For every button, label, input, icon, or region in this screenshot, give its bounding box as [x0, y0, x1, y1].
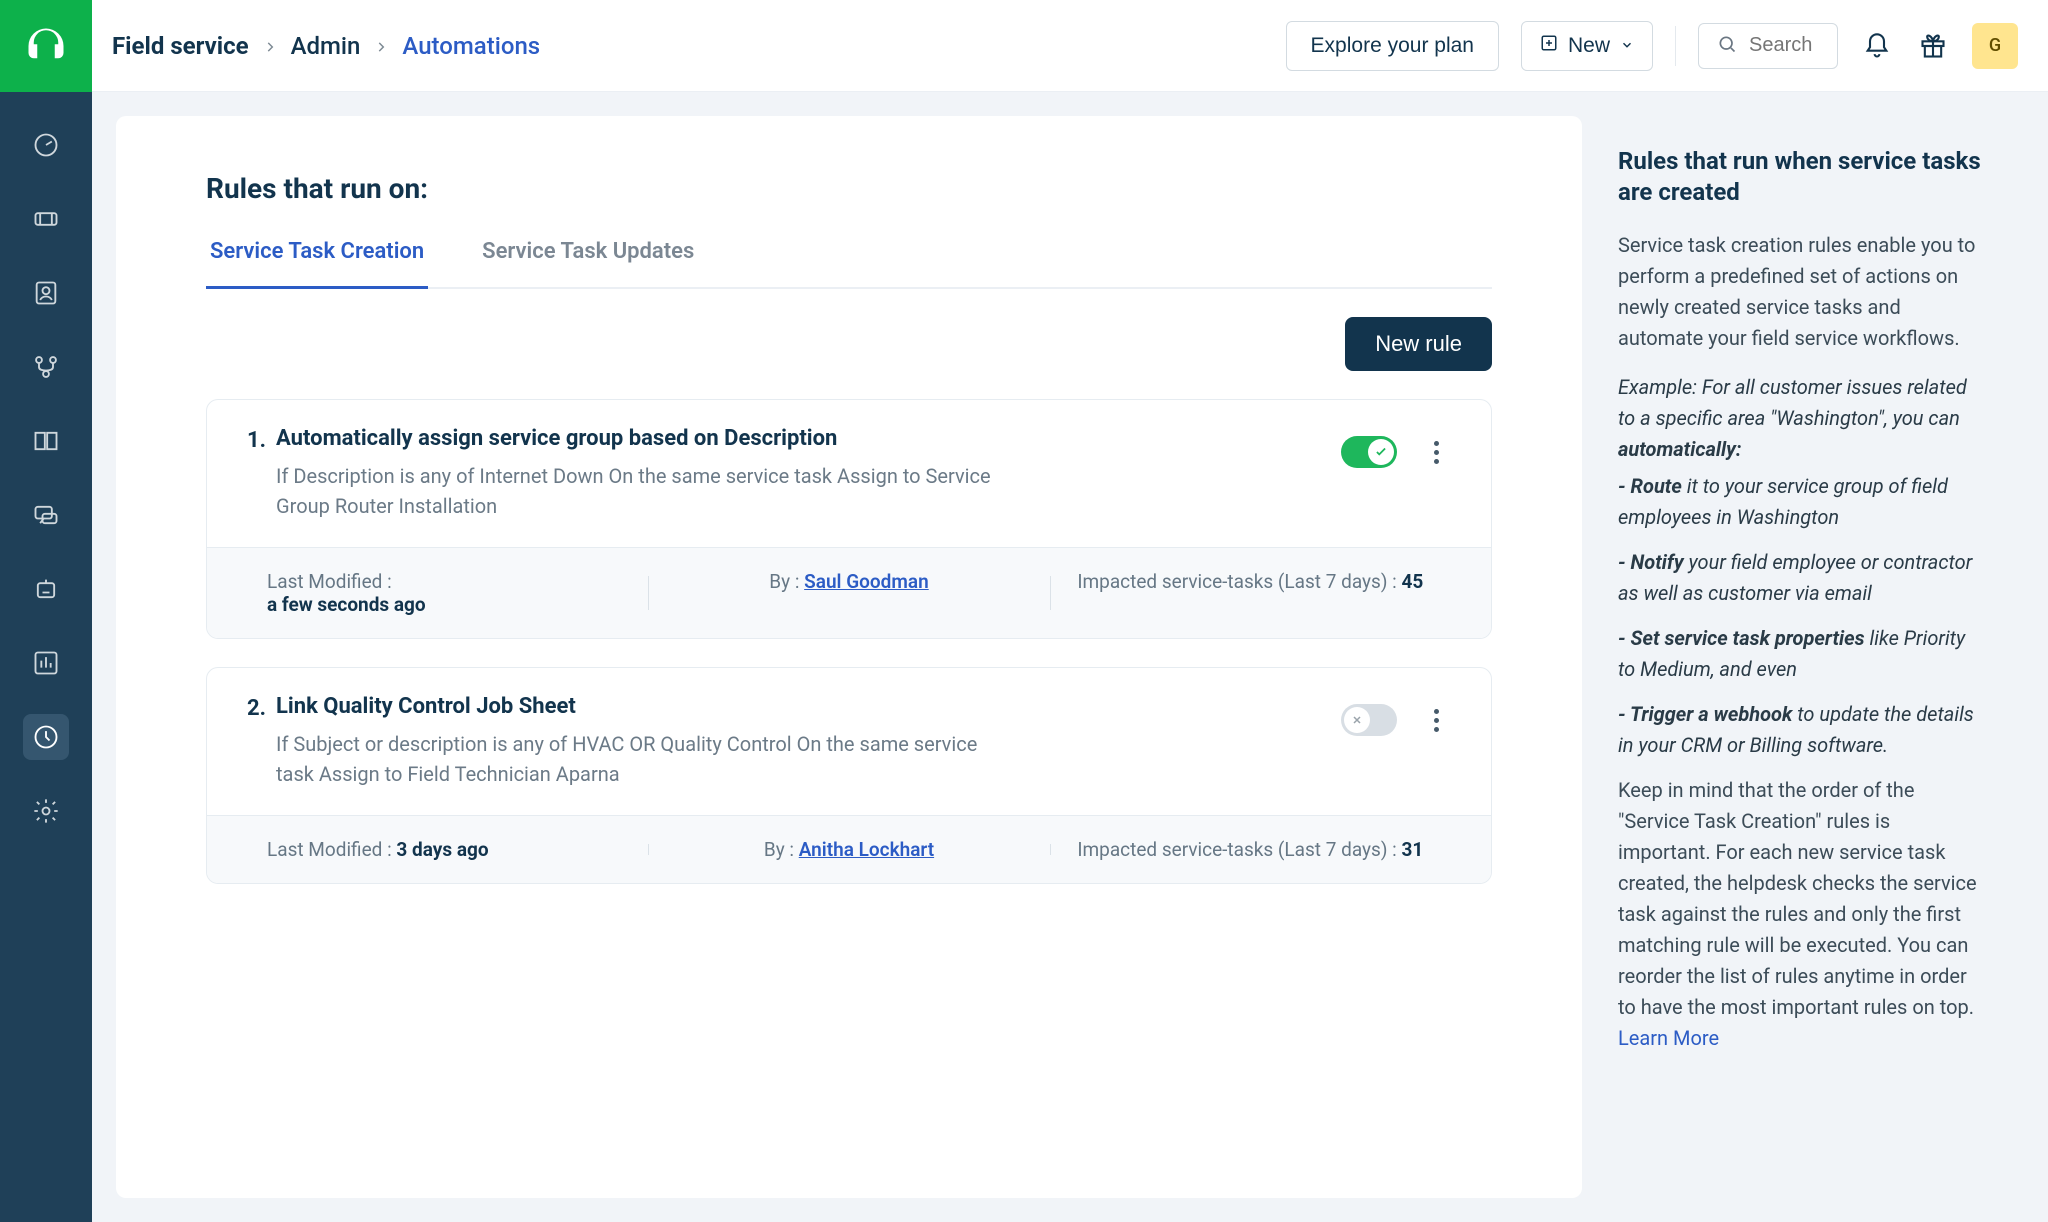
tab-service-task-updates[interactable]: Service Task Updates [478, 239, 698, 289]
rule-author-link[interactable]: Saul Goodman [804, 570, 929, 593]
content-panel: Rules that run on: Service Task Creation… [116, 116, 1582, 1198]
rule-menu-button[interactable] [1421, 437, 1451, 467]
header: Field service Admin Automations Explore … [92, 0, 2048, 92]
rule-title[interactable]: Automatically assign service group based… [276, 426, 1341, 451]
rule-author: By : Saul Goodman [648, 570, 1049, 616]
rule-description: If Subject or description is any of HVAC… [276, 729, 996, 789]
new-button[interactable]: New [1521, 21, 1653, 71]
rule-card: 2. Link Quality Control Job Sheet If Sub… [206, 667, 1492, 884]
avatar[interactable]: G [1972, 23, 2018, 69]
nav-knowledge[interactable] [23, 418, 69, 464]
notifications-icon[interactable] [1860, 29, 1894, 63]
page-title: Rules that run on: [206, 172, 1492, 205]
rule-enabled-toggle[interactable] [1341, 436, 1397, 468]
app-logo[interactable] [0, 0, 92, 92]
new-rule-button[interactable]: New rule [1345, 317, 1492, 371]
chevron-right-icon [374, 32, 388, 60]
breadcrumb-root[interactable]: Field service [112, 32, 249, 60]
rule-author-link[interactable]: Anitha Lockhart [799, 838, 934, 861]
nav-dashboard[interactable] [23, 122, 69, 168]
rule-impacted: Impacted service-tasks (Last 7 days) : 4… [1050, 570, 1451, 616]
rule-modified: Last Modified : 3 days ago [247, 838, 648, 861]
rule-title[interactable]: Link Quality Control Job Sheet [276, 694, 1341, 719]
learn-more-link[interactable]: Learn More [1618, 1026, 1719, 1050]
nav-reports[interactable] [23, 640, 69, 686]
help-bullet-notify: - Notify your field employee or contract… [1618, 547, 1984, 609]
search-input[interactable] [1749, 34, 1829, 57]
help-bullet-route: - Route it to your service group of fiel… [1618, 471, 1984, 533]
rule-menu-button[interactable] [1421, 705, 1451, 735]
new-button-label: New [1568, 34, 1610, 58]
nav-settings[interactable] [23, 788, 69, 834]
rule-enabled-toggle[interactable] [1341, 704, 1397, 736]
help-panel: Rules that run when service tasks are cr… [1582, 116, 2012, 1198]
help-example: Example: For all customer issues related… [1618, 372, 1984, 465]
divider [1675, 26, 1676, 66]
rule-card: 1. Automatically assign service group ba… [206, 399, 1492, 639]
help-title: Rules that run when service tasks are cr… [1618, 146, 1984, 208]
tabs: Service Task Creation Service Task Updat… [206, 239, 1492, 289]
chevron-down-icon [1620, 34, 1634, 58]
rule-author: By : Anitha Lockhart [648, 838, 1049, 861]
help-intro: Service task creation rules enable you t… [1618, 230, 1984, 354]
nav-bots[interactable] [23, 566, 69, 612]
nav-automations[interactable] [23, 714, 69, 760]
explore-plan-button[interactable]: Explore your plan [1286, 21, 1499, 71]
gift-icon[interactable] [1916, 29, 1950, 63]
chevron-right-icon [263, 32, 277, 60]
rule-modified: Last Modified : a few seconds ago [247, 570, 648, 616]
tab-service-task-creation[interactable]: Service Task Creation [206, 239, 428, 289]
nav-contacts[interactable] [23, 270, 69, 316]
breadcrumb: Field service Admin Automations [112, 32, 540, 60]
rule-index: 2. [247, 696, 266, 721]
breadcrumb-current[interactable]: Automations [402, 32, 540, 60]
nav-branches[interactable] [23, 344, 69, 390]
nav-chat[interactable] [23, 492, 69, 538]
help-bullet-webhook: - Trigger a webhook to update the detail… [1618, 699, 1984, 761]
help-bullet-set: - Set service task properties like Prior… [1618, 623, 1984, 685]
search-box[interactable] [1698, 23, 1838, 69]
help-footer: Keep in mind that the order of the "Serv… [1618, 775, 1984, 1054]
search-icon [1717, 34, 1737, 58]
nav-tickets[interactable] [23, 196, 69, 242]
breadcrumb-admin[interactable]: Admin [291, 32, 361, 60]
rule-index: 1. [247, 428, 266, 453]
sidebar [0, 0, 92, 1222]
rule-description: If Description is any of Internet Down O… [276, 461, 996, 521]
plus-square-icon [1540, 34, 1558, 58]
rule-impacted: Impacted service-tasks (Last 7 days) : 3… [1050, 838, 1451, 861]
